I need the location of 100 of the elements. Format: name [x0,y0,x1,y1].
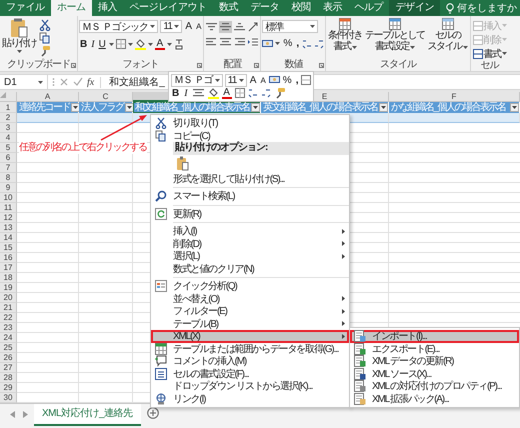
row-number[interactable]: 19 [0,283,17,293]
previous-sheet-icon[interactable] [10,410,15,418]
orientation-icon[interactable] [247,21,260,33]
row-number[interactable]: 8 [0,173,17,183]
row-number[interactable]: 26 [0,353,17,363]
refresh-data-icon[interactable] [354,355,366,368]
name-box[interactable]: D1 [0,75,48,89]
add-sheet-icon[interactable] [146,407,159,419]
row-number[interactable]: 13 [0,223,17,233]
insert-function-button[interactable]: fx [87,76,102,88]
bold-button[interactable]: B [171,88,180,98]
quick-analysis-icon[interactable] [155,280,167,292]
row-number[interactable]: 1 [0,102,17,113]
font-color-button[interactable]: A [222,88,232,98]
filter-button[interactable] [379,103,388,112]
decrease-decimal-icon[interactable] [314,38,324,48]
row-number[interactable]: 28 [0,373,17,383]
number-format-field[interactable]: 標準 [262,20,318,33]
dialog-launcher-icon[interactable] [197,62,202,68]
row-number[interactable]: 20 [0,293,17,303]
underline-button[interactable]: U [98,38,107,50]
grow-font-button[interactable]: A [184,21,194,32]
column-header[interactable]: A [17,92,79,102]
row-number[interactable]: 29 [0,383,17,393]
font-size-field[interactable]: 11 [224,74,247,86]
menu-item[interactable]: スマート検索(L) [151,190,349,202]
comment-icon[interactable] [155,355,167,368]
grow-font-button[interactable]: A [248,74,258,86]
row-number[interactable]: 24 [0,333,17,343]
menu-item[interactable]: ドロップダウン リストから選択(K)... [151,380,349,392]
dialog-launcher-icon[interactable] [319,62,324,68]
menu-item[interactable]: 削除(D) [151,238,349,250]
indent-icon[interactable] [247,36,260,48]
menu-item[interactable]: 挿入(I) [151,225,349,238]
currency-icon[interactable] [262,38,274,48]
row-number[interactable]: 22 [0,313,17,323]
menu-item[interactable]: XML(X) [151,330,349,342]
formula-text[interactable]: 和文組織名_ [105,75,165,89]
shrink-font-button[interactable]: A [259,76,267,84]
source-icon[interactable] [354,368,366,380]
comma-button[interactable]: , [294,74,300,86]
menu-item[interactable]: リンク(I) [151,392,349,405]
format-cells-icon[interactable] [155,368,167,380]
refresh-icon[interactable] [155,208,167,220]
menu-item[interactable]: 数式と値のクリア(N) [151,262,349,275]
percent-button[interactable]: % [282,74,293,86]
row-number[interactable]: 4 [0,133,17,143]
ribbon-tab[interactable]: デザイン [389,0,440,16]
row-number[interactable]: 17 [0,263,17,273]
sheet-tab[interactable]: XML対応付け_連絡先 [34,404,141,426]
borders-icon[interactable] [301,75,312,85]
import-icon[interactable] [354,330,366,342]
menu-item[interactable]: 選択(L) [151,250,349,262]
increase-decimal-icon[interactable] [302,38,312,48]
search-icon[interactable] [155,190,167,202]
menu-item[interactable]: フィルター(E) [151,305,349,318]
row-number[interactable]: 16 [0,253,17,263]
ribbon-tab[interactable]: 数式 [212,0,244,16]
italic-button[interactable]: I [183,88,189,98]
align-top-icon[interactable] [205,21,218,33]
row-number[interactable]: 12 [0,213,17,223]
format-painter-icon[interactable] [39,45,51,57]
row-number[interactable]: 21 [0,303,17,313]
shrink-font-button[interactable]: A [195,22,202,31]
column-header[interactable]: F [389,92,520,102]
currency-icon[interactable] [268,75,280,85]
menu-item[interactable]: テーブルまたは範囲からデータを取得(G)... [151,342,349,355]
cell-style-icon[interactable] [442,18,454,30]
menu-item[interactable]: XML ソース(X)... [350,368,519,380]
align-middle-icon[interactable] [219,21,232,33]
menu-item[interactable]: XML 拡張パック(A)... [350,392,519,405]
table-format-icon[interactable] [388,18,401,30]
ribbon-tab[interactable]: ホーム [50,0,92,16]
cells-button[interactable]: 書式 [472,47,507,60]
row-number[interactable]: 3 [0,123,17,133]
filter-button[interactable] [124,103,134,112]
row-number[interactable]: 30 [0,393,17,403]
decrease-decimal-icon[interactable] [260,88,271,98]
font-name-field[interactable]: ＭＳ Ｐゴシック [79,20,158,33]
ribbon-tab[interactable]: ページレイアウト [123,0,213,16]
ribbon-tab[interactable]: ファイル [0,0,51,16]
ribbon-tab[interactable]: 挿入 [92,0,124,16]
align-center-icon[interactable] [192,87,205,99]
paste-button[interactable]: 貼り付け [1,18,37,59]
align-bottom-icon[interactable] [233,21,246,33]
style-button[interactable]: テーブルとして 書式設定 [364,18,426,59]
row-number[interactable]: 25 [0,343,17,353]
menu-item[interactable]: コピー(C) [151,130,349,142]
ribbon-tab[interactable]: ヘルプ [348,0,390,16]
comma-button[interactable]: , [295,38,300,49]
menu-item[interactable]: コメントの挿入(M) [151,355,349,368]
style-button[interactable]: セルの スタイル [426,18,469,59]
borders-icon[interactable] [116,39,126,49]
align-left-icon[interactable] [205,36,218,48]
fill-color-icon[interactable] [208,88,219,98]
style-button[interactable]: 条件付き 書式 [327,18,364,59]
clipboard-icon[interactable] [176,156,189,171]
dialog-launcher-icon[interactable] [254,62,260,68]
menu-item[interactable]: 更新(R) [151,208,349,220]
fill-color-icon[interactable] [134,38,146,50]
